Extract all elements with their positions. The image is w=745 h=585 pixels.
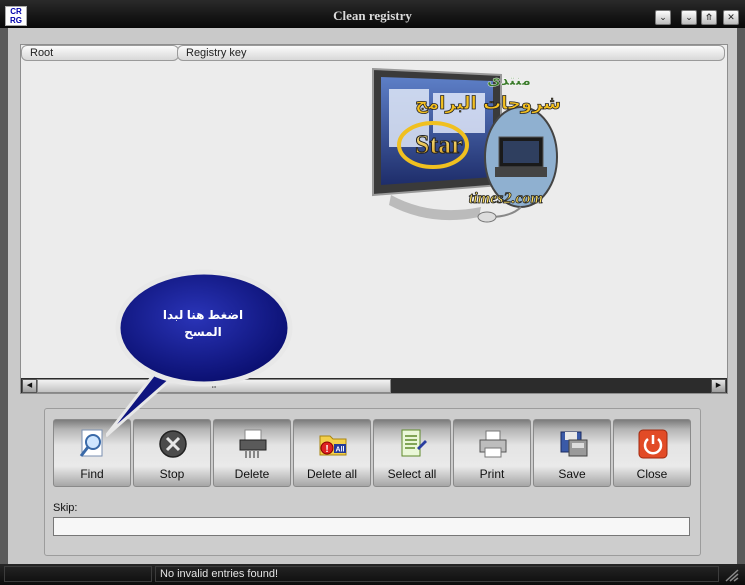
document-select-icon xyxy=(401,429,427,457)
folder-delete-all-icon: ! All xyxy=(319,435,347,456)
title-bar[interactable]: CR RG Clean registry ⌄ ⌄ ⤊ ✕ xyxy=(0,0,745,28)
printer-icon xyxy=(479,430,507,458)
status-bar: No invalid entries found! xyxy=(0,564,745,585)
delete-all-label: Delete all xyxy=(306,467,358,481)
close-button[interactable]: Close xyxy=(613,419,691,487)
status-cell-empty xyxy=(4,566,152,582)
close-icon: ✕ xyxy=(727,12,735,22)
logo-line1: منتدى xyxy=(487,71,531,89)
restore-icon: ⌄ xyxy=(685,12,693,22)
column-header-root[interactable]: Root xyxy=(21,45,179,61)
skip-label: Skip: xyxy=(53,502,78,514)
save-label: Save xyxy=(558,467,586,481)
save-disk-icon xyxy=(560,431,588,457)
restore-button[interactable]: ⌄ xyxy=(681,10,697,25)
close-window-button[interactable]: ✕ xyxy=(723,10,739,25)
column-header-registry-key[interactable]: Registry key xyxy=(177,45,725,61)
print-button[interactable]: Print xyxy=(453,419,531,487)
select-all-label: Select all xyxy=(387,467,437,481)
power-icon xyxy=(638,429,668,459)
delete-all-button[interactable]: ! All Delete all xyxy=(293,419,371,487)
maximize-button[interactable]: ⤊ xyxy=(701,10,717,25)
tutorial-balloon xyxy=(106,269,293,438)
status-message: No invalid entries found! xyxy=(155,566,719,582)
save-button[interactable]: Save xyxy=(533,419,611,487)
forum-logo: Star منتدى شروحات البرامج times2.com xyxy=(372,67,561,223)
minimize-button[interactable]: ⌄ xyxy=(655,10,671,25)
select-all-button[interactable]: Select all xyxy=(373,419,451,487)
logo-line2: شروحات البرامج xyxy=(415,93,561,114)
logo-brand: Star xyxy=(415,130,463,159)
scroll-right-arrow-icon[interactable]: ▶ xyxy=(711,379,726,393)
stop-label: Stop xyxy=(159,467,185,481)
resize-grip-icon[interactable] xyxy=(724,568,740,582)
svg-text:All: All xyxy=(336,447,345,454)
close-label: Close xyxy=(636,467,668,481)
tutorial-text: اضغط هنا لبدا المسح xyxy=(162,308,244,339)
minimize-icon: ⌄ xyxy=(659,12,667,22)
scroll-left-arrow-icon[interactable]: ◀ xyxy=(22,379,37,393)
find-label: Find xyxy=(80,467,104,481)
maximize-icon: ⤊ xyxy=(705,12,713,22)
delete-label: Delete xyxy=(234,467,270,481)
window-title: Clean registry xyxy=(333,8,412,23)
logo-site: times2.com xyxy=(469,190,543,207)
svg-text:!: ! xyxy=(325,444,328,455)
magnifier-icon xyxy=(79,429,103,457)
print-label: Print xyxy=(479,467,505,481)
skip-field[interactable] xyxy=(53,517,690,536)
